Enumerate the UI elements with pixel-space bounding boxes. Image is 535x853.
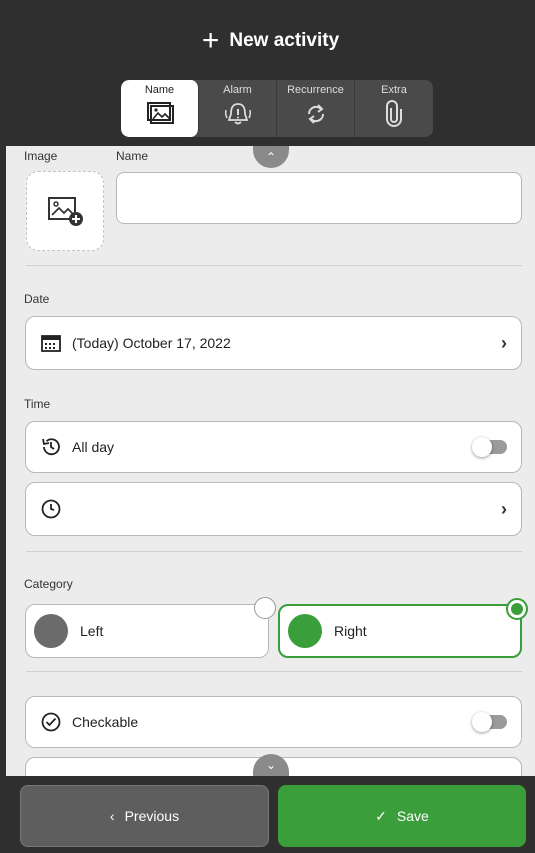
name-label: Name	[116, 149, 149, 163]
all-day-toggle[interactable]	[472, 437, 507, 457]
image-label: Image	[24, 149, 58, 163]
time-label: Time	[24, 397, 51, 411]
divider	[26, 265, 522, 266]
all-day-field[interactable]: All day	[25, 421, 522, 473]
date-field[interactable]: (Today) October 17, 2022 ›	[25, 316, 522, 370]
paperclip-icon	[386, 100, 402, 127]
chevron-left-icon: ‹	[109, 808, 115, 824]
category-right-label: Right	[334, 623, 367, 639]
title-text: New activity	[229, 30, 340, 51]
category-left-color	[34, 614, 68, 648]
checkable-field[interactable]: Checkable	[25, 696, 522, 748]
date-value: (Today) October 17, 2022	[72, 335, 231, 351]
chevron-right-icon: ›	[501, 498, 507, 519]
chevron-up-icon: ⌃	[265, 150, 277, 164]
checkable-label: Checkable	[72, 714, 139, 730]
date-label: Date	[24, 292, 50, 306]
checkable-toggle[interactable]	[472, 712, 507, 732]
bell-alert-icon	[224, 103, 251, 125]
checkmark-icon: ✓	[375, 807, 387, 824]
chevron-right-icon: ›	[501, 332, 507, 353]
chevron-down-icon: ⌄	[265, 758, 277, 772]
tab-bar: Name Alarm Recurrence Extra	[121, 80, 433, 137]
form-content[interactable]: ⌃ Image Name Date (Today) October 17, 20…	[6, 146, 535, 776]
category-right-option[interactable]: Right	[278, 598, 528, 658]
previous-button[interactable]: ‹ Previous	[20, 785, 269, 847]
category-left-option[interactable]: Left	[25, 597, 276, 658]
collapse-up-button[interactable]: ⌃	[253, 146, 289, 168]
tab-recurrence[interactable]: Recurrence	[277, 80, 355, 137]
divider	[26, 551, 522, 552]
divider	[26, 671, 522, 672]
add-image-button[interactable]	[26, 171, 104, 251]
category-right-radio[interactable]	[506, 598, 528, 620]
history-icon	[40, 436, 62, 458]
clock-icon	[40, 498, 62, 520]
tab-label: Alarm	[223, 84, 252, 96]
image-icon	[146, 102, 174, 124]
category-label: Category	[24, 577, 73, 591]
calendar-icon	[40, 332, 62, 354]
check-circle-icon	[40, 711, 62, 733]
header: + New activity Name Alarm Recurrence Ext…	[6, 0, 535, 146]
all-day-label: All day	[72, 439, 115, 455]
save-label: Save	[396, 808, 429, 824]
tab-label: Name	[144, 84, 175, 96]
category-left-label: Left	[80, 623, 104, 639]
page-title: + New activity	[6, 24, 535, 57]
category-right-color	[288, 614, 322, 648]
tab-label: Recurrence	[287, 84, 344, 96]
repeat-icon	[307, 104, 324, 124]
tab-extra[interactable]: Extra	[355, 80, 433, 137]
tab-label: Extra	[381, 84, 407, 96]
time-field[interactable]: ›	[25, 482, 522, 536]
tab-name[interactable]: Name	[121, 80, 199, 137]
name-input[interactable]	[116, 172, 522, 224]
footer: ‹ Previous ✓ Save	[6, 776, 535, 853]
add-image-icon	[48, 197, 83, 226]
tab-alarm[interactable]: Alarm	[199, 80, 277, 137]
previous-label: Previous	[124, 808, 180, 824]
plus-icon: +	[201, 24, 220, 57]
save-button[interactable]: ✓ Save	[278, 785, 526, 847]
category-left-radio[interactable]	[254, 597, 276, 619]
